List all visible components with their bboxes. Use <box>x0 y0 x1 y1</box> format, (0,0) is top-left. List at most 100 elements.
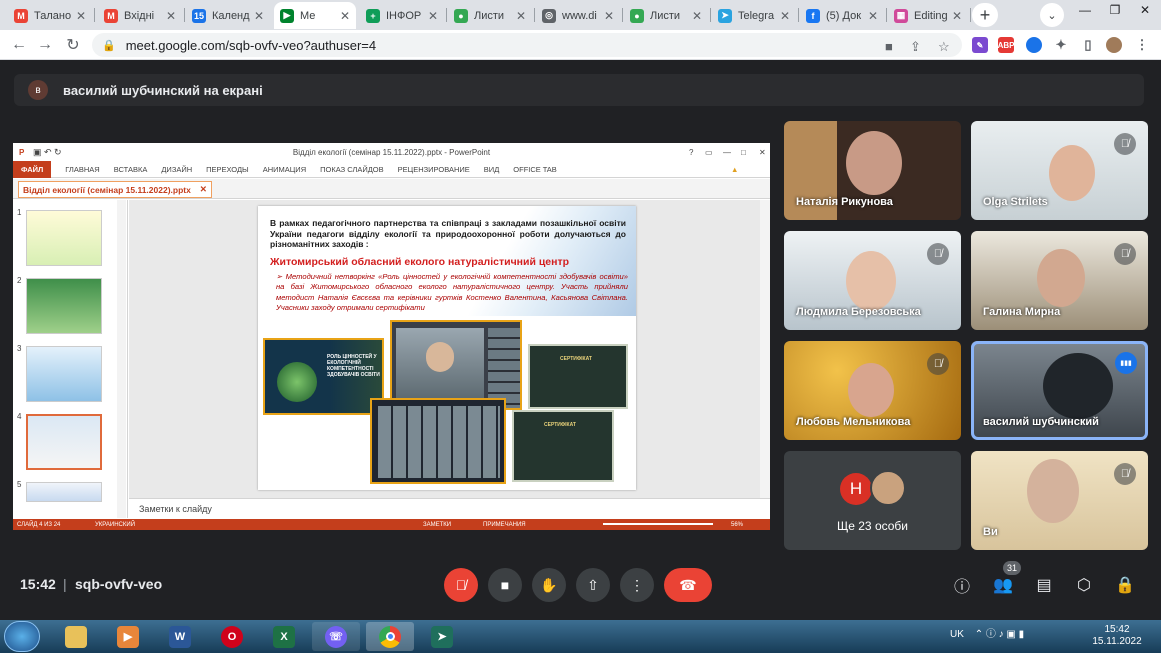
slide-image-video-grid <box>390 320 522 410</box>
more-participants-tile[interactable]: Н Ще 23 особи <box>784 451 961 550</box>
tab-close-icon[interactable]: ✕ <box>868 9 878 23</box>
browser-tab[interactable]: M Вхідні ✕ <box>98 2 182 29</box>
slide-image-certificate-1: СЕРТИФІКАТ <box>528 344 628 409</box>
mic-muted-icon: 🎙̸ <box>1114 463 1136 485</box>
browser-tab[interactable]: ● Листи ✕ <box>624 2 708 29</box>
ppt-thumb-number: 1 <box>17 208 22 217</box>
tab-separator <box>184 8 185 22</box>
address-url[interactable]: meet.google.com/sqb-ovfv-veo?authuser=4 <box>126 38 376 53</box>
leaf-icon: ● <box>630 8 644 23</box>
slide-cert-label-2: СЕРТИФІКАТ <box>544 422 576 428</box>
browser-tab-label: Вхідні <box>124 9 155 22</box>
participant-tile[interactable]: Галина Мирна 🎙̸ <box>971 231 1148 330</box>
taskbar-viber[interactable]: ☏ <box>312 622 360 651</box>
address-bar[interactable]: 🔒 meet.google.com/sqb-ovfv-veo?authuser=… <box>92 33 962 57</box>
presenting-text: василий шубчинский на екрані <box>63 82 263 98</box>
activities-icon[interactable]: ⬡ <box>1073 574 1095 596</box>
browser-tab[interactable]: ▦ Editing ✕ <box>888 2 968 29</box>
camera-button[interactable]: ■ <box>488 568 522 602</box>
more-options-button[interactable]: ⋮ <box>620 568 654 602</box>
more-participants-label: Ще 23 особи <box>837 519 908 533</box>
tab-close-icon[interactable]: ✕ <box>340 9 350 23</box>
browser-tab[interactable]: + ІНФОР ✕ <box>360 2 444 29</box>
tab-close-icon[interactable]: ✕ <box>604 9 614 23</box>
browser-tab[interactable]: ● Листи ✕ <box>448 2 532 29</box>
shared-screen: P ▣ ↶ ↻ Відділ екології (семінар 15.11.2… <box>13 143 770 530</box>
puzzle-icon[interactable]: ✦ <box>1053 37 1069 53</box>
participant-video <box>1037 249 1085 307</box>
bookmark-star-icon[interactable]: ☆ <box>938 39 950 55</box>
ppt-slide-area: В рамках педагогічного партнерства та сп… <box>129 200 770 498</box>
browser-tab[interactable]: f (5) Док ✕ <box>800 2 884 29</box>
browser-tab[interactable]: 15 Календ ✕ <box>186 2 270 29</box>
tab-close-icon[interactable]: ✕ <box>428 9 438 23</box>
mic-off-button[interactable]: 🎙̸ <box>444 568 478 602</box>
minimize-window-button[interactable]: — <box>1070 0 1100 20</box>
participant-tile[interactable]: Наталія Рикунова <box>784 121 961 220</box>
meeting-info-icon[interactable]: ⓘ <box>951 574 973 596</box>
gmail-icon: M <box>14 8 28 23</box>
windows-start-button[interactable] <box>4 621 40 652</box>
tab-close-icon[interactable]: ✕ <box>952 9 962 23</box>
people-icon[interactable]: 👥 <box>992 574 1014 596</box>
extension-pen-icon[interactable]: ✎ <box>972 37 988 53</box>
participant-tile[interactable]: Любовь Мельникова 🎙̸ <box>784 341 961 440</box>
raise-hand-button[interactable]: ✋ <box>532 568 566 602</box>
share-icon[interactable]: ⇪ <box>910 39 921 55</box>
tab-close-icon[interactable]: ✕ <box>780 9 790 23</box>
ppt-thumb-number: 2 <box>17 276 22 285</box>
tab-search-chevron-icon[interactable]: ⌄ <box>1040 3 1064 27</box>
browser-tab-label: ІНФОР <box>386 9 422 22</box>
profile-avatar[interactable] <box>1106 37 1122 53</box>
taskbar-clock[interactable]: 15:42 15.11.2022 <box>1092 624 1142 648</box>
browser-tab-label: Календ <box>212 9 250 22</box>
sidepanel-icon[interactable]: ▯ <box>1080 37 1096 53</box>
participant-video <box>848 363 894 417</box>
browser-tab[interactable]: ◎ www.di ✕ <box>536 2 620 29</box>
close-window-button[interactable]: ✕ <box>1130 0 1160 20</box>
back-arrow-icon[interactable]: ← <box>8 34 30 56</box>
tab-close-icon[interactable]: ✕ <box>76 9 86 23</box>
browser-menu-icon[interactable]: ⋮ <box>1134 37 1150 53</box>
participant-tile[interactable]: Ви 🎙̸ <box>971 451 1148 550</box>
browser-tab[interactable]: ▶ Ме ✕ <box>274 2 356 29</box>
taskbar-excel[interactable]: X <box>260 622 308 651</box>
taskbar-word[interactable]: W <box>156 622 204 651</box>
system-tray: UK ⌃ ⓘ ♪ ▣ ▮ <box>950 625 1024 640</box>
tab-close-icon[interactable]: ✕ <box>254 9 264 23</box>
taskbar-opera[interactable]: O <box>208 622 256 651</box>
taskbar-media[interactable]: ▶ <box>104 622 152 651</box>
participant-name: Olga Strilets <box>983 196 1048 208</box>
leave-call-button[interactable]: ☎ <box>664 568 712 602</box>
maximize-window-button[interactable]: ❐ <box>1100 0 1130 20</box>
browser-tab[interactable]: M Талано ✕ <box>8 2 92 29</box>
taskbar-explorer[interactable] <box>52 622 100 651</box>
participant-tile[interactable]: василий шубчинский <box>971 341 1148 440</box>
taskbar-app[interactable]: ➤ <box>418 622 466 651</box>
tab-close-icon[interactable]: ✕ <box>516 9 526 23</box>
host-controls-lock-icon[interactable]: 🔒 <box>1114 574 1136 596</box>
tray-language[interactable]: UK <box>950 629 964 640</box>
mic-muted-icon: 🎙̸ <box>1114 243 1136 265</box>
new-tab-button[interactable]: + <box>972 3 998 27</box>
participant-name: Галина Мирна <box>983 306 1061 318</box>
slide-image-certificate-2: СЕРТИФІКАТ <box>512 410 614 482</box>
tab-separator <box>534 8 535 22</box>
opera-icon: O <box>221 625 243 648</box>
mic-muted-icon: 🎙̸ <box>927 243 949 265</box>
camera-icon[interactable]: ■ <box>885 39 893 54</box>
forward-arrow-icon[interactable]: → <box>34 34 56 56</box>
browser-tab[interactable]: ➤ Telegra ✕ <box>712 2 796 29</box>
tab-close-icon[interactable]: ✕ <box>166 9 176 23</box>
hand-icon: ✋ <box>540 576 558 593</box>
adblock-icon[interactable]: ABP <box>998 37 1014 53</box>
telegram-icon: ➤ <box>718 8 732 23</box>
taskbar-chrome[interactable] <box>366 622 414 651</box>
reload-icon[interactable]: ↻ <box>62 34 84 56</box>
extension-circle-icon[interactable] <box>1026 37 1042 53</box>
present-screen-button[interactable]: ⇧ <box>576 568 610 602</box>
chat-icon[interactable]: ▤ <box>1033 574 1055 596</box>
tab-close-icon[interactable]: ✕ <box>692 9 702 23</box>
participant-tile[interactable]: Людмила Березовська 🎙̸ <box>784 231 961 330</box>
participant-tile[interactable]: Olga Strilets 🎙̸ <box>971 121 1148 220</box>
